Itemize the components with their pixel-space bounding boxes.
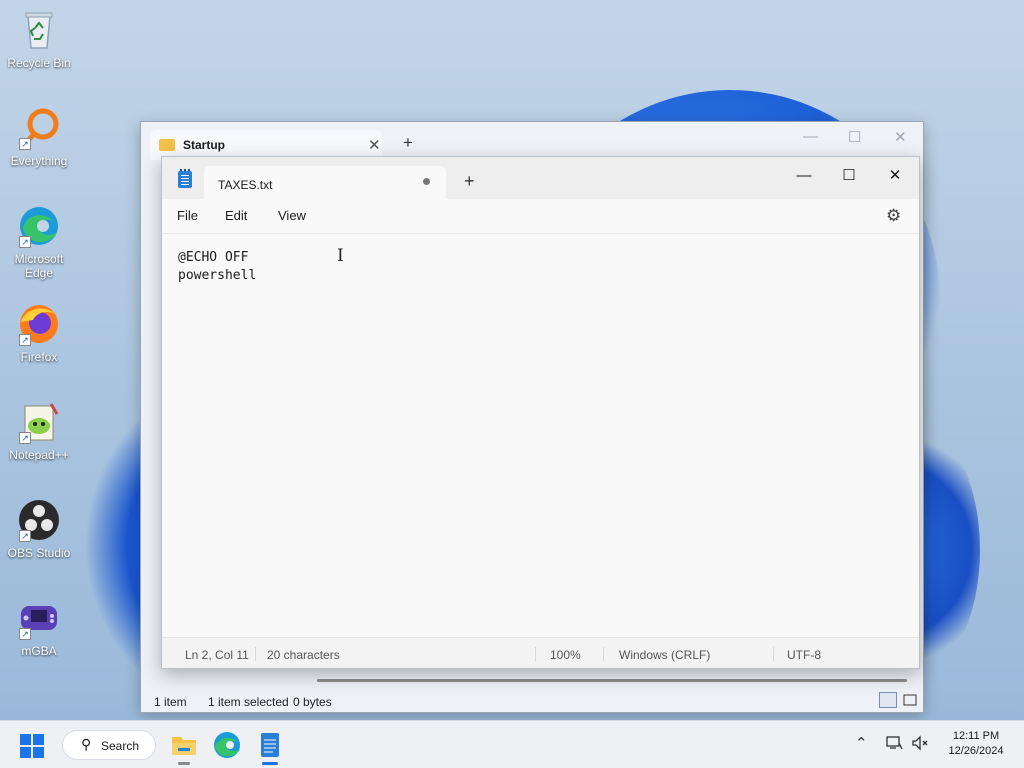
desktop-icon-label: mGBA	[21, 644, 57, 658]
shortcut-arrow-icon: ↗	[19, 138, 31, 150]
notepad-status-bar: Ln 2, Col 11 20 characters 100% Windows …	[162, 637, 919, 668]
explorer-status-bar: 1 item 1 item selected 0 bytes	[141, 688, 923, 712]
shortcut-arrow-icon: ↗	[19, 334, 31, 346]
file-explorer-icon	[172, 737, 196, 755]
status-line-ending[interactable]: Windows (CRLF)	[619, 648, 710, 662]
notepad-plus-plus-icon: ↗	[17, 400, 61, 444]
explorer-tab-title: Startup	[183, 138, 225, 152]
status-divider	[535, 647, 536, 661]
notepad-tab-title: TAXES.txt	[218, 178, 273, 192]
notepad-icon	[178, 169, 192, 188]
shortcut-arrow-icon: ↗	[19, 530, 31, 542]
notepad-menu-bar: File Edit View ⚙	[162, 199, 919, 233]
windows-logo-icon	[33, 747, 44, 758]
taskbar-search-box[interactable]: ⚲ Search	[62, 730, 156, 760]
text-cursor-icon: I	[337, 246, 344, 266]
status-item-count: 1 item	[154, 695, 187, 709]
desktop-icon-everything[interactable]: ↗ Everything	[4, 106, 74, 168]
edge-icon	[214, 732, 240, 758]
status-divider	[255, 647, 256, 661]
editor-line: powershell	[178, 268, 257, 283]
desktop-icon-firefox[interactable]: ↗ Firefox	[4, 302, 74, 364]
desktop-icon-mgba[interactable]: ↗ mGBA	[4, 596, 74, 658]
search-label: Search	[101, 739, 140, 753]
status-cursor-position: Ln 2, Col 11	[185, 648, 249, 662]
status-selected: 1 item selected	[208, 695, 289, 709]
running-indicator	[178, 762, 190, 765]
recycle-bin-icon	[17, 8, 61, 52]
desktop-icon-label: Firefox	[20, 350, 58, 364]
explorer-maximize-button[interactable]: ☐	[848, 128, 861, 146]
taskbar-notepad[interactable]	[254, 729, 286, 765]
status-zoom[interactable]: 100%	[550, 648, 581, 662]
windows-logo-icon	[20, 734, 31, 745]
obs-studio-icon: ↗	[17, 498, 61, 542]
desktop-icon-label: Everything	[10, 154, 68, 168]
status-divider	[603, 647, 604, 661]
notepad-icon	[261, 733, 279, 757]
network-icon[interactable]	[885, 734, 903, 755]
notepad-new-tab-button[interactable]: +	[464, 172, 475, 190]
explorer-close-button[interactable]: ✕	[894, 128, 907, 146]
desktop-icon-notepad-plus-plus[interactable]: ↗ Notepad++	[4, 400, 74, 462]
active-indicator	[262, 762, 278, 765]
start-button[interactable]	[20, 734, 44, 758]
desktop-icon-recycle-bin[interactable]: Recycle Bin	[4, 8, 74, 70]
explorer-nav-pane	[141, 162, 163, 682]
shortcut-arrow-icon: ↗	[19, 236, 31, 248]
text-editor-area[interactable]: @ECHO OFF powershell I	[162, 233, 919, 637]
everything-search-icon: ↗	[17, 106, 61, 150]
menu-file[interactable]: File	[177, 208, 198, 223]
clock-date: 12/26/2024	[948, 745, 1004, 757]
notepad-tab-taxes[interactable]: TAXES.txt	[204, 166, 446, 199]
menu-edit[interactable]: Edit	[225, 208, 247, 223]
status-character-count: 20 characters	[267, 648, 340, 662]
details-view-button[interactable]	[879, 692, 897, 708]
windows-logo-icon	[33, 734, 44, 745]
editor-line: @ECHO OFF	[178, 250, 249, 265]
menu-view[interactable]: View	[278, 208, 306, 223]
taskbar-edge[interactable]	[211, 729, 243, 761]
notepad-minimize-button[interactable]: —	[782, 161, 826, 191]
taskbar: ⚲ Search ⌃ 12:11 PM 12/26/2024	[0, 720, 1024, 768]
desktop-icon-label: Recycle Bin	[7, 56, 71, 70]
desktop-icon-label: Notepad++	[9, 448, 69, 462]
explorer-minimize-button[interactable]: —	[803, 128, 818, 145]
desktop-icon-label: Microsoft Edge	[14, 252, 64, 280]
status-size: 0 bytes	[293, 695, 332, 709]
taskbar-clock[interactable]: 12:11 PM 12/26/2024	[940, 729, 1012, 759]
status-encoding[interactable]: UTF-8	[787, 648, 821, 662]
search-icon: ⚲	[81, 736, 92, 752]
explorer-new-tab-button[interactable]: +	[403, 134, 413, 151]
mgba-icon: ↗	[17, 596, 61, 640]
windows-logo-icon	[20, 747, 31, 758]
shortcut-arrow-icon: ↗	[19, 432, 31, 444]
tiles-view-button[interactable]	[901, 692, 919, 708]
notepad-close-button[interactable]: ✕	[873, 161, 917, 191]
shortcut-arrow-icon: ↗	[19, 628, 31, 640]
unsaved-indicator-icon[interactable]	[423, 178, 430, 185]
volume-muted-icon[interactable]	[911, 734, 929, 755]
notepad-title-bar[interactable]: TAXES.txt + — ☐ ✕	[162, 157, 919, 199]
settings-gear-icon[interactable]: ⚙	[886, 206, 901, 226]
clock-time: 12:11 PM	[952, 730, 1000, 742]
notepad-maximize-button[interactable]: ☐	[827, 161, 871, 191]
folder-icon	[159, 139, 175, 151]
explorer-tab-close-button[interactable]: ✕	[368, 136, 381, 154]
edge-icon: ↗	[17, 204, 61, 248]
notepad-window[interactable]: TAXES.txt + — ☐ ✕ File Edit View ⚙ @ECHO…	[161, 156, 920, 669]
explorer-horizontal-scrollbar[interactable]	[317, 679, 907, 682]
status-divider	[773, 647, 774, 661]
firefox-icon: ↗	[17, 302, 61, 346]
desktop-icon-label: OBS Studio	[7, 546, 71, 560]
show-hidden-icons-chevron-icon[interactable]: ⌃	[855, 734, 868, 752]
desktop-icon-edge[interactable]: ↗ Microsoft Edge	[4, 204, 74, 280]
desktop-icon-obs-studio[interactable]: ↗ OBS Studio	[4, 498, 74, 560]
taskbar-file-explorer[interactable]	[168, 729, 200, 765]
